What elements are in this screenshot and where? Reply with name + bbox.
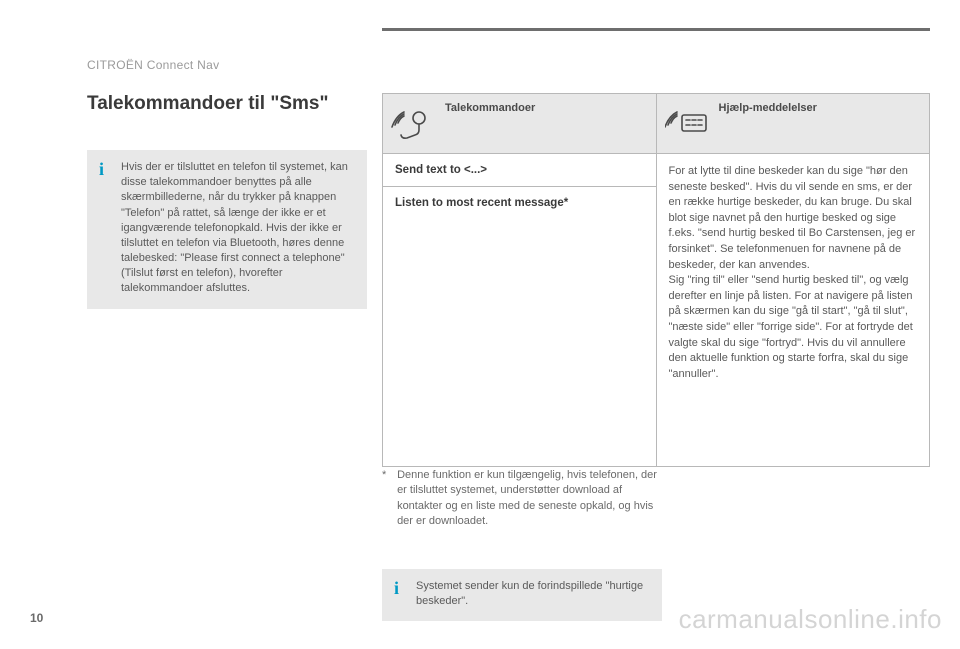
- voice-icon: [391, 100, 435, 144]
- col-header-commands: Talekommandoer: [383, 94, 657, 154]
- intro-info-text: Hvis der er tilsluttet en telefon til sy…: [121, 160, 355, 297]
- col1-label: Talekommandoer: [445, 102, 535, 114]
- info-icon: i: [394, 578, 399, 598]
- info-icon: i: [99, 159, 104, 179]
- help-text-cell: For at lytte til dine beskeder kan du si…: [656, 154, 930, 467]
- col2-label: Hjælp-meddelelser: [719, 102, 817, 114]
- quick-messages-info-text: Systemet sender kun de forindspillede "h…: [416, 579, 650, 609]
- voice-screen-icon: [665, 100, 709, 144]
- quick-messages-info-box: i Systemet sender kun de forindspillede …: [382, 569, 662, 621]
- section-header: CITROËN Connect Nav: [87, 58, 219, 72]
- cmd-listen-recent: Listen to most recent message*: [383, 187, 657, 467]
- header-rule: [382, 28, 930, 31]
- footnote: * Denne funktion er kun tilgængelig, hvi…: [382, 468, 662, 530]
- intro-info-box: i Hvis der er tilsluttet en telefon til …: [87, 150, 367, 309]
- watermark: carmanualsonline.info: [679, 604, 942, 635]
- footnote-text: Denne funktion er kun tilgængelig, hvis …: [397, 468, 657, 530]
- table-row: Send text to <...> For at lytte til dine…: [383, 154, 930, 187]
- footnote-marker: *: [382, 468, 394, 483]
- cmd-send-text: Send text to <...>: [383, 154, 657, 187]
- page-number: 10: [30, 611, 43, 625]
- col-header-help: Hjælp-meddelelser: [656, 94, 930, 154]
- page-title: Talekommandoer til "Sms": [87, 93, 329, 115]
- commands-table: Talekommandoer: [382, 93, 930, 467]
